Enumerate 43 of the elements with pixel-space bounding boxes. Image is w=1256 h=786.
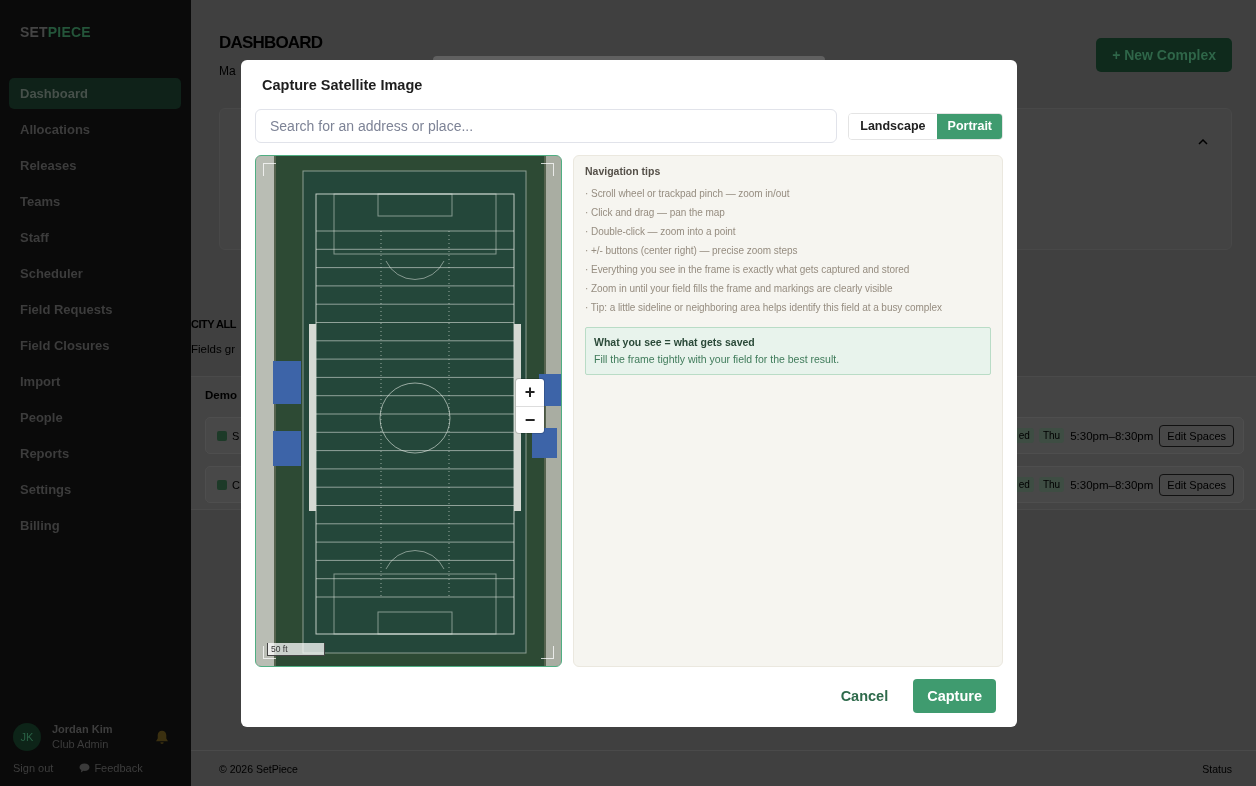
logo-text: SETPIECE: [20, 23, 91, 42]
copyright-text: © 2026 SetPiece: [219, 762, 298, 775]
map-frame[interactable]: + − 50 ft: [255, 155, 562, 667]
zoom-in-button[interactable]: +: [516, 379, 544, 406]
corner-bracket-icon: [541, 646, 554, 659]
new-complex-button[interactable]: + New Complex: [1096, 38, 1232, 72]
avatar: JK: [13, 723, 41, 751]
search-field[interactable]: Search for an address or place...: [255, 109, 838, 143]
chevron-up-icon[interactable]: [1198, 139, 1208, 145]
row-name: S: [232, 429, 240, 442]
corner-bracket-icon: [263, 163, 276, 176]
zoom-out-button[interactable]: −: [516, 406, 544, 433]
chat-bubble-icon: [79, 763, 91, 773]
section-title: CITY ALL: [191, 317, 236, 332]
day-badge: Thu: [1038, 428, 1065, 443]
tip-text: · Scroll wheel or trackpad pinch — zoom in/out: [585, 187, 791, 201]
tip-text: · +/- buttons (center right) — precise zoom steps: [585, 244, 799, 258]
tip-text: · Double-click — zoom into a point: [585, 225, 737, 239]
dialog-title: Capture Satellite Image: [262, 76, 423, 93]
section-subtitle: Fields gr: [191, 342, 236, 356]
scale-bar: 50 ft: [267, 643, 325, 656]
time-range: 5:30pm–8:30pm: [1070, 429, 1154, 442]
page-title: DASHBOARD: [219, 32, 323, 54]
cancel-button[interactable]: Cancel: [840, 688, 889, 704]
page-subtitle: Ma: [219, 64, 236, 78]
tip-text: · Click and drag — pan the map: [585, 206, 726, 220]
edit-spaces-button[interactable]: Edit Spaces: [1159, 473, 1234, 496]
row-name: C: [232, 478, 240, 491]
group-label: Demo: [205, 388, 237, 403]
orientation-tab[interactable]: Portrait: [936, 113, 1002, 139]
corner-bracket-icon: [541, 163, 554, 176]
day-badge: Thu: [1038, 477, 1065, 492]
status-link[interactable]: Status: [1202, 762, 1232, 775]
tip-text: · Tip: a little sideline or neighboring area helps identify this field at a busy complex: [585, 301, 943, 315]
callout-text: Fill the frame tightly with your field for the best result.: [594, 352, 841, 367]
tips-title: Navigation tips: [585, 164, 662, 179]
time-range: 5:30pm–8:30pm: [1070, 478, 1154, 491]
capture-button[interactable]: Capture: [913, 679, 996, 713]
tip-text: · Zoom in until your field fills the frame and markings are clearly visible: [585, 282, 894, 296]
bell-icon[interactable]: [155, 729, 169, 745]
callout-title: What you see = what gets saved: [594, 335, 756, 350]
edit-spaces-button[interactable]: Edit Spaces: [1159, 424, 1234, 447]
tip-text: · Everything you see in the frame is exactly what gets captured and stored: [585, 263, 911, 277]
